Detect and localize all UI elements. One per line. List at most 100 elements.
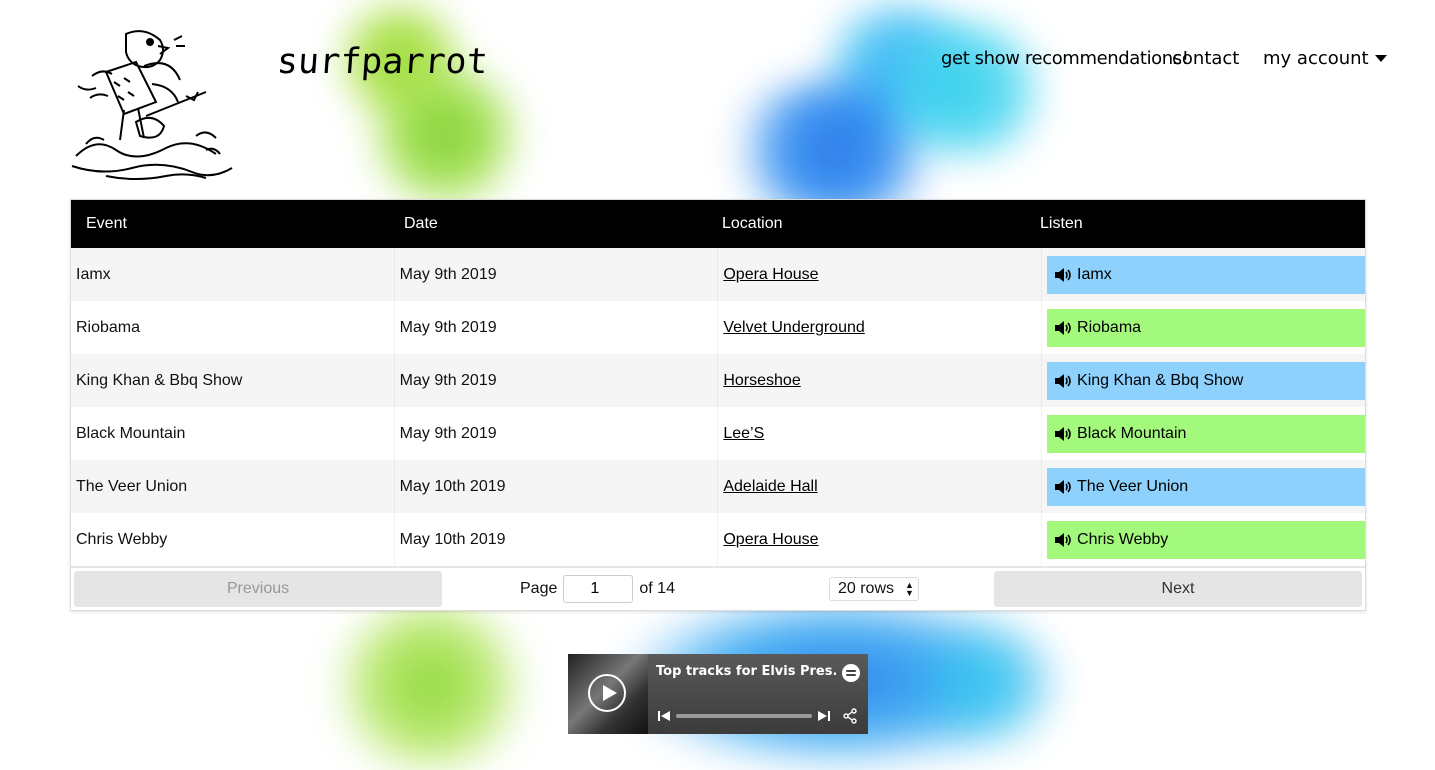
progress-track[interactable] (676, 714, 812, 718)
page-total: of 14 (639, 580, 675, 597)
event-date: May 9th 2019 (399, 424, 497, 442)
table-row: The Veer Union May 10th 2019 Adelaide Hall… (71, 460, 1366, 513)
event-name: Chris Webby (76, 530, 168, 548)
listen-cell: The Veer Union (1042, 460, 1366, 513)
column-header-listen[interactable]: Listen (1025, 215, 1343, 233)
table-header: Event Date Location Listen (71, 200, 1365, 248)
table-row: Riobama May 9th 2019 Velvet Underground Rio… (71, 301, 1366, 354)
album-art (568, 654, 648, 734)
table-row: Iamx May 9th 2019 Opera House Iamx (71, 248, 1366, 301)
event-cell: Iamx (71, 248, 395, 301)
date-cell: May 9th 2019 (395, 407, 719, 460)
listen-button[interactable]: The Veer Union (1047, 467, 1366, 506)
location-cell: Lee’S (718, 407, 1043, 460)
event-name: Iamx (76, 265, 111, 283)
date-cell: May 10th 2019 (395, 513, 719, 566)
column-header-location[interactable]: Location (707, 215, 1025, 233)
events-table: Event Date Location Listen Iamx May 9th 2… (70, 199, 1366, 611)
brand-name[interactable]: surfparrot (276, 42, 490, 82)
listen-label: King Khan & Bbq Show (1077, 371, 1244, 389)
pagination: Previous Page of 14 20 rows ▲▼ Next (71, 566, 1365, 610)
listen-label: Black Mountain (1077, 424, 1187, 442)
listen-label: Riobama (1077, 318, 1142, 336)
event-date: May 9th 2019 (399, 265, 497, 283)
page-info: Page of 14 (520, 575, 675, 603)
green-ink-splash (330, 600, 530, 770)
listen-button[interactable]: Chris Webby (1047, 520, 1366, 559)
event-date: May 9th 2019 (399, 318, 497, 336)
event-name: King Khan & Bbq Show (76, 371, 243, 389)
location-link[interactable]: Adelaide Hall (723, 478, 817, 496)
listen-label: The Veer Union (1077, 477, 1189, 495)
page-number-input[interactable] (563, 575, 634, 603)
location-cell: Velvet Underground (718, 301, 1043, 354)
event-date: May 9th 2019 (399, 371, 497, 389)
nav-show-recommendations[interactable]: get show recommendations! (941, 48, 1189, 69)
listen-button[interactable]: Riobama (1047, 308, 1366, 347)
event-cell: Chris Webby (71, 513, 395, 566)
caret-down-icon (1374, 55, 1387, 62)
listen-label: Iamx (1077, 265, 1112, 283)
previous-page-button[interactable]: Previous (74, 571, 442, 607)
listen-button[interactable]: Black Mountain (1047, 414, 1366, 453)
table-row: Chris Webby May 10th 2019 Opera House Chris… (71, 513, 1366, 566)
select-arrows-icon: ▲ ▼ (905, 580, 914, 598)
speaker-icon (1055, 267, 1071, 282)
location-link[interactable]: Opera House (723, 266, 818, 284)
event-date: May 10th 2019 (399, 477, 506, 495)
location-link[interactable]: Horseshoe (723, 372, 800, 390)
date-cell: May 9th 2019 (395, 248, 719, 301)
green-ink-splash (370, 60, 520, 210)
location-cell: Adelaide Hall (718, 460, 1043, 513)
location-cell: Horseshoe (718, 354, 1043, 407)
location-cell: Opera House (718, 513, 1043, 566)
column-header-event[interactable]: Event (71, 215, 389, 233)
spotify-icon[interactable] (842, 664, 860, 682)
nav-my-account[interactable]: my account (1263, 48, 1387, 69)
speaker-icon (1055, 479, 1071, 494)
play-icon[interactable] (588, 674, 626, 712)
speaker-icon (1055, 373, 1071, 388)
event-name: Riobama (76, 318, 141, 336)
date-cell: May 9th 2019 (395, 354, 719, 407)
listen-label: Chris Webby (1077, 530, 1169, 548)
surfparrot-logo[interactable] (66, 26, 236, 186)
speaker-icon (1055, 532, 1071, 547)
event-cell: King Khan & Bbq Show (71, 354, 395, 407)
table-row: Black Mountain May 9th 2019 Lee’S Black Mou… (71, 407, 1366, 460)
blue-ink-splash (820, 0, 980, 140)
blue-ink-splash (900, 620, 1070, 750)
event-cell: The Veer Union (71, 460, 395, 513)
rows-per-page-value: 20 rows (837, 580, 894, 597)
location-link[interactable]: Opera House (723, 531, 818, 549)
share-icon[interactable] (842, 708, 858, 724)
listen-cell: Black Mountain (1042, 407, 1366, 460)
spotify-player: Top tracks for Elvis Pres... (568, 654, 868, 734)
speaker-icon (1055, 426, 1071, 441)
listen-cell: Chris Webby (1042, 513, 1366, 566)
page-label: Page (520, 580, 558, 597)
event-date: May 10th 2019 (399, 530, 506, 548)
event-name: Black Mountain (76, 424, 186, 442)
speaker-icon (1055, 320, 1071, 335)
listen-cell: King Khan & Bbq Show (1042, 354, 1366, 407)
listen-button[interactable]: Iamx (1047, 255, 1366, 294)
blue-ink-splash (880, 20, 1050, 160)
next-page-button[interactable]: Next (994, 571, 1362, 607)
table-row: King Khan & Bbq Show May 9th 2019 Horsesho… (71, 354, 1366, 407)
nav-my-account-label: my account (1263, 48, 1369, 69)
player-title[interactable]: Top tracks for Elvis Pres... (656, 664, 836, 679)
date-cell: May 10th 2019 (395, 460, 719, 513)
previous-track-icon[interactable] (658, 710, 670, 722)
rows-per-page-select[interactable]: 20 rows ▲ ▼ (828, 577, 919, 601)
location-link[interactable]: Lee’S (723, 425, 764, 443)
listen-cell: Iamx (1042, 248, 1366, 301)
listen-button[interactable]: King Khan & Bbq Show (1047, 361, 1366, 400)
listen-cell: Riobama (1042, 301, 1366, 354)
column-header-date[interactable]: Date (389, 215, 707, 233)
event-name: The Veer Union (76, 477, 188, 495)
nav-contact[interactable]: contact (1172, 48, 1239, 69)
location-link[interactable]: Velvet Underground (723, 319, 864, 337)
next-track-icon[interactable] (818, 710, 830, 722)
date-cell: May 9th 2019 (395, 301, 719, 354)
